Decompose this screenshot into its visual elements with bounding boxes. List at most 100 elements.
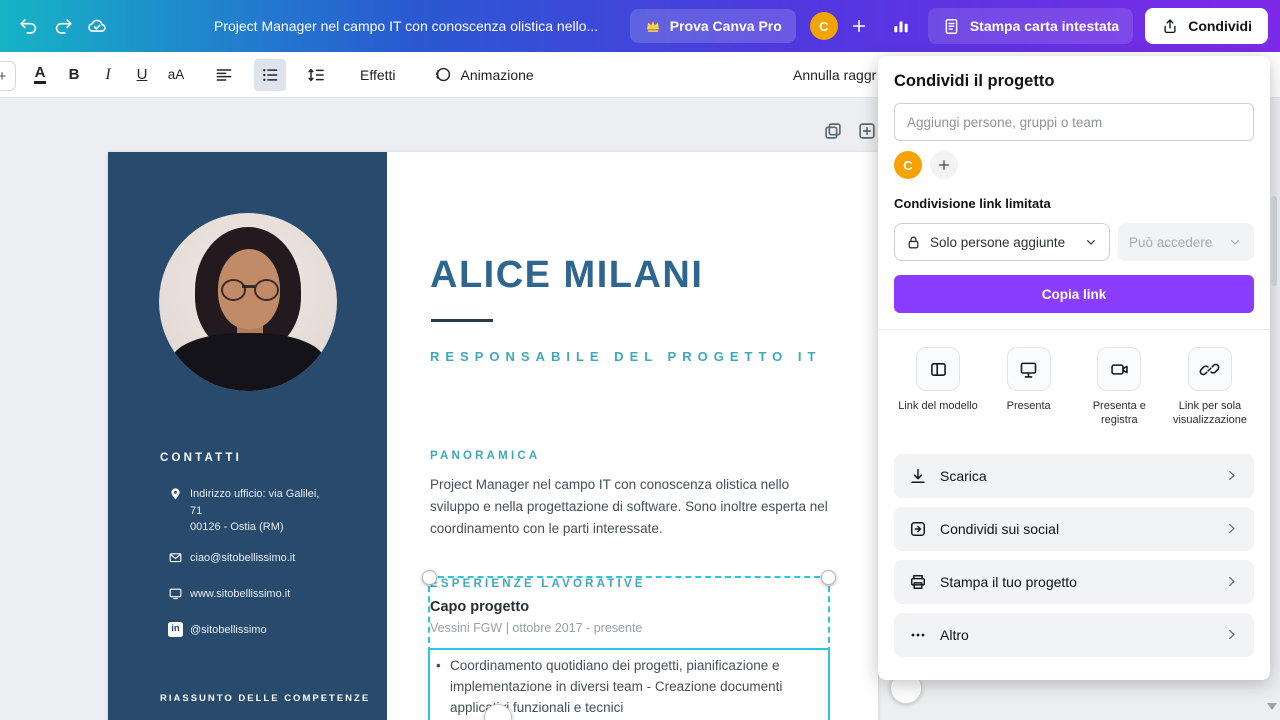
alignment-button[interactable]	[208, 59, 240, 91]
ungroup-button[interactable]: Annulla raggr	[793, 52, 876, 98]
menu-item-more[interactable]: Altro	[894, 613, 1254, 657]
overview-heading[interactable]: PANORAMICA	[430, 450, 540, 462]
contact-address-line: Indirizzo ufficio: via Galilei,	[190, 486, 368, 503]
present-button[interactable]	[1007, 347, 1051, 391]
present-record-button[interactable]	[1097, 347, 1141, 391]
undo-button[interactable]	[12, 9, 46, 43]
present-record-icon	[1109, 359, 1130, 380]
cloud-check-icon	[86, 15, 108, 37]
text-case-button[interactable]: aA	[160, 59, 192, 91]
printer-icon	[908, 572, 928, 592]
quick-action-template-link[interactable]: Link del modello	[894, 347, 982, 428]
share-invite-input[interactable]	[894, 103, 1254, 141]
permission-value: Può accedere	[1129, 235, 1219, 250]
skills-summary-heading[interactable]: RIASSUNTO DELLE COMPETENZE	[160, 693, 370, 704]
resume-name[interactable]: ALICE MILANI	[430, 254, 703, 297]
bullet-list-icon	[260, 65, 280, 85]
italic-button[interactable]: I	[92, 59, 124, 91]
chevron-right-icon	[1223, 467, 1240, 484]
bullet-list-button[interactable]	[254, 59, 286, 91]
profile-photo[interactable]	[159, 213, 337, 391]
invite-member-button[interactable]	[842, 9, 876, 43]
link-settings-row: Solo persone aggiunte Può accedere	[894, 223, 1254, 261]
quick-action-present-record[interactable]: Presenta e registra	[1075, 347, 1163, 428]
selection-handle-top-right[interactable]	[821, 570, 836, 585]
contact-linkedin-text: @sitobellissimo	[190, 622, 368, 639]
insights-button[interactable]	[884, 9, 918, 43]
job-meta[interactable]: Vessini FGW | ottobre 2017 - presente	[430, 621, 642, 635]
vertical-scrollbar-thumb[interactable]	[1271, 196, 1277, 286]
try-pro-button[interactable]: Prova Canva Pro	[630, 9, 796, 43]
letterhead-document-icon	[942, 17, 961, 36]
access-scope-value: Solo persone aggiunte	[930, 235, 1075, 250]
menu-item-label: Condividi sui social	[940, 521, 1059, 537]
photo-glasses-shape	[221, 279, 246, 301]
contacts-heading[interactable]: CONTATTI	[160, 452, 242, 464]
resume-role[interactable]: RESPONSABILE DEL PROGETTO IT	[430, 349, 821, 364]
chevron-right-icon	[1223, 626, 1240, 643]
top-bar: Project Manager nel campo IT con conosce…	[0, 0, 1280, 52]
animation-label: Animazione	[461, 67, 534, 83]
cloud-saved-button[interactable]	[80, 9, 114, 43]
job-title[interactable]: Capo progetto	[430, 599, 529, 615]
underline-button[interactable]: U	[126, 59, 158, 91]
plus-icon	[936, 157, 952, 173]
envelope-icon	[168, 550, 183, 565]
contact-email-text: ciao@sitobellissimo.it	[190, 550, 368, 567]
lock-icon	[905, 234, 922, 251]
access-scope-dropdown[interactable]: Solo persone aggiunte	[894, 223, 1110, 261]
menu-item-social[interactable]: Condividi sui social	[894, 507, 1254, 551]
resume-sidebar[interactable]: CONTATTI Indirizzo ufficio: via Galilei,…	[108, 152, 387, 720]
quick-action-view-only-link[interactable]: Link per sola visualizzazione	[1166, 347, 1254, 428]
chevron-down-icon	[1083, 234, 1099, 250]
animation-button[interactable]: Animazione	[424, 59, 544, 91]
view-only-link-icon	[1199, 359, 1220, 380]
resume-page[interactable]: CONTATTI Indirizzo ufficio: via Galilei,…	[108, 152, 878, 720]
contact-item-address[interactable]: Indirizzo ufficio: via Galilei, 71 00126…	[168, 486, 368, 536]
permission-dropdown: Può accedere	[1118, 223, 1254, 261]
contact-item-email[interactable]: ciao@sitobellissimo.it	[168, 550, 368, 567]
view-only-link-button[interactable]	[1188, 347, 1232, 391]
bold-button[interactable]: B	[58, 59, 90, 91]
contact-item-linkedin[interactable]: in @sitobellissimo	[168, 622, 368, 639]
add-member-button-panel[interactable]	[930, 151, 958, 179]
quick-action-present[interactable]: Presenta	[985, 347, 1073, 428]
document-title[interactable]: Project Manager nel campo IT con conosce…	[214, 18, 598, 34]
panel-divider	[878, 329, 1270, 330]
location-pin-icon	[168, 486, 183, 501]
share-export-icon	[1161, 17, 1179, 35]
quick-action-label: Link del modello	[898, 399, 978, 413]
font-color-button[interactable]: A	[24, 59, 56, 91]
contact-item-website[interactable]: www.sitobellissimo.it	[168, 586, 368, 603]
menu-item-download[interactable]: Scarica	[894, 454, 1254, 498]
quick-action-label: Link per sola visualizzazione	[1166, 399, 1254, 428]
overview-text[interactable]: Project Manager nel campo IT con conosce…	[430, 474, 830, 540]
add-page-icon	[856, 120, 878, 142]
duplicate-page-button[interactable]	[820, 118, 846, 144]
page-actions	[820, 118, 880, 144]
scrollbar-down-arrow[interactable]	[1267, 703, 1277, 710]
menu-item-print[interactable]: Stampa il tuo progetto	[894, 560, 1254, 604]
experience-heading[interactable]: ESPERIENZE LAVORATIVE	[430, 578, 646, 590]
redo-button[interactable]	[46, 9, 80, 43]
account-avatar[interactable]: C	[810, 12, 838, 40]
canva-editor-screen: Project Manager nel campo IT con conosce…	[0, 0, 1280, 720]
print-letterhead-button[interactable]: Stampa carta intestata	[928, 8, 1133, 44]
present-icon	[1018, 359, 1039, 380]
add-page-button[interactable]	[854, 118, 880, 144]
toolbar-overflow-button[interactable]: +	[0, 61, 16, 91]
copy-link-button[interactable]: Copia link	[894, 275, 1254, 313]
selection-handle-top-left[interactable]	[422, 570, 437, 585]
photo-glasses-shape	[254, 279, 279, 301]
photo-shirt-shape	[171, 333, 325, 391]
chevron-right-icon	[1223, 573, 1240, 590]
member-avatar[interactable]: C	[894, 151, 922, 179]
effects-button[interactable]: Effetti	[350, 59, 406, 91]
menu-item-label: Stampa il tuo progetto	[940, 574, 1077, 590]
template-link-button[interactable]	[916, 347, 960, 391]
share-button[interactable]: Condividi	[1145, 8, 1268, 44]
line-spacing-button[interactable]	[300, 59, 332, 91]
name-underline	[431, 319, 493, 322]
contact-website-text: www.sitobellissimo.it	[190, 586, 368, 603]
bar-chart-icon	[891, 16, 911, 36]
